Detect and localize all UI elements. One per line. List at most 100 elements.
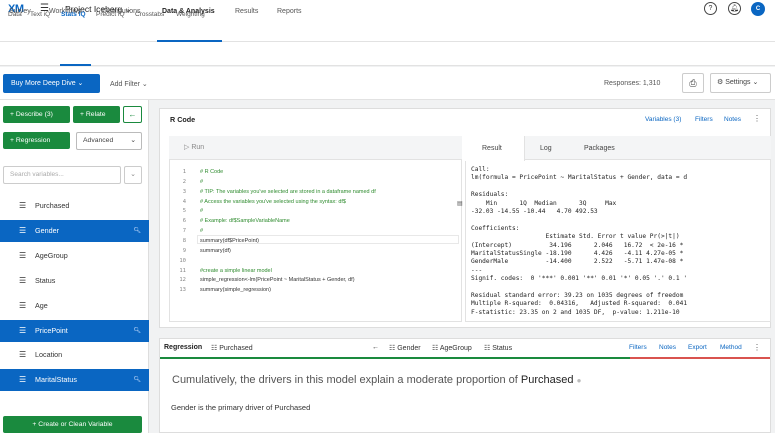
- sub-nav: [0, 42, 775, 66]
- regression-method-link[interactable]: Method: [720, 344, 742, 351]
- output-line: Residual standard error: 39.23 on 1035 d…: [471, 292, 684, 299]
- driver-agegroup[interactable]: ☷ AgeGroup: [432, 344, 472, 352]
- output-line: Estimate Std. Error t value Pr(>|t|): [471, 233, 680, 241]
- info-icon[interactable]: ●: [577, 376, 582, 385]
- search-icon[interactable]: 🔍︎: [133, 369, 141, 391]
- driver-status[interactable]: ☷ Status: [484, 344, 512, 352]
- output-line: Call:: [471, 166, 490, 173]
- code-line[interactable]: # Example: df$SampleVariableName: [200, 218, 290, 224]
- output-line: ---: [471, 266, 483, 274]
- play-icon: ▷: [184, 144, 190, 151]
- regression-button[interactable]: + Regression: [3, 132, 70, 149]
- tab-packages[interactable]: Packages: [584, 145, 615, 152]
- code-line[interactable]: #create a simple linear model: [200, 268, 272, 274]
- variable-item[interactable]: ☰ Gender 🔍︎: [0, 219, 149, 242]
- tab-log[interactable]: Log: [540, 145, 552, 152]
- tab-predict-iq[interactable]: Predict iQ: [96, 11, 125, 18]
- more-options-icon[interactable]: ⋮: [753, 114, 761, 123]
- dataset-dropdown-button[interactable]: Buy More Deep Dive ⌄: [3, 74, 100, 93]
- variable-label: AgeGroup: [35, 250, 68, 260]
- variable-item[interactable]: ☰ Status: [0, 270, 149, 292]
- variable-item[interactable]: ☰ Location: [0, 344, 149, 366]
- code-line[interactable]: # TIP: The variables you've selected are…: [200, 189, 376, 195]
- responses-count: Responses: 1,310: [604, 80, 661, 87]
- tab-data[interactable]: Data: [8, 11, 22, 18]
- code-line[interactable]: summary(simple_regression): [200, 287, 271, 293]
- settings-button[interactable]: ⚙ Settings ⌄: [710, 73, 771, 93]
- mode-select[interactable]: Advanced ⌄: [76, 132, 142, 150]
- code-line[interactable]: #: [200, 228, 203, 234]
- code-line[interactable]: summary(df): [200, 248, 231, 254]
- variable-label: Gender: [35, 225, 59, 235]
- list-icon: ☷: [389, 345, 396, 352]
- regression-outcome[interactable]: ☷ Purchased: [211, 344, 253, 352]
- variable-item[interactable]: ☰ Age: [0, 295, 149, 317]
- variable-label: Status: [35, 275, 56, 285]
- r-code-title: R Code: [170, 115, 196, 124]
- regression-notes-link[interactable]: Notes: [659, 344, 676, 351]
- variables-link[interactable]: Variables (3): [645, 116, 681, 123]
- variable-item[interactable]: ☰ AgeGroup: [0, 245, 149, 267]
- list-icon: ☰: [19, 350, 27, 360]
- nav-reports[interactable]: Reports: [277, 8, 302, 15]
- fit-bar-green: [160, 357, 630, 359]
- tab-crosstabs[interactable]: Crosstabs: [135, 11, 164, 18]
- list-icon: ☰: [19, 250, 27, 260]
- code-editor[interactable]: [169, 136, 462, 322]
- line-number: 5: [182, 208, 186, 215]
- code-line[interactable]: # R Code: [200, 169, 223, 175]
- print-icon[interactable]: ⎙: [682, 73, 704, 93]
- variable-search-input[interactable]: Search variables...: [3, 166, 121, 184]
- create-variable-button[interactable]: + Create or Clean Variable: [3, 416, 142, 433]
- relate-button[interactable]: + Relate: [73, 106, 120, 123]
- resize-handle-icon[interactable]: ▤: [457, 200, 463, 207]
- line-number: 13: [179, 287, 186, 294]
- variable-item[interactable]: ☰ Purchased: [0, 195, 149, 217]
- gear-icon: ⚙: [717, 79, 724, 86]
- chevron-down-icon: ⌄: [130, 137, 136, 144]
- code-line[interactable]: #: [200, 179, 203, 185]
- code-line[interactable]: #: [200, 208, 203, 214]
- search-icon[interactable]: 🔍︎: [133, 220, 141, 242]
- output-line: Coefficients:: [471, 224, 520, 232]
- line-number: 2: [182, 178, 186, 185]
- create-variable-label: Create or Clean Variable: [38, 421, 113, 428]
- tab-stats-iq[interactable]: Stats iQ: [61, 11, 86, 18]
- more-options-icon[interactable]: ⋮: [753, 343, 761, 352]
- tab-weighting[interactable]: Weighting: [176, 11, 205, 18]
- variable-label: Purchased: [35, 201, 70, 210]
- avatar[interactable]: C: [751, 2, 765, 16]
- plus-icon: +: [10, 137, 14, 144]
- search-dropdown-icon[interactable]: ⌄: [124, 166, 142, 184]
- regression-filters-link[interactable]: Filters: [629, 344, 647, 351]
- chevron-down-icon: ⌄: [141, 81, 148, 88]
- output-line: lm(formula = PricePoint ~ MaritalStatus …: [471, 174, 688, 182]
- code-line[interactable]: # Access the variables you've selected u…: [200, 199, 346, 205]
- output-line: -32.03 -14.55 -10.44 4.70 492.53: [471, 208, 598, 215]
- run-button[interactable]: ▷ Run: [184, 143, 204, 151]
- code-line[interactable]: summary(df$PricePoint): [200, 238, 259, 244]
- search-icon[interactable]: 🔍︎: [133, 320, 141, 342]
- regression-export-link[interactable]: Export: [688, 344, 707, 351]
- regression-label: Regression: [15, 137, 51, 144]
- main-nav: [0, 19, 775, 42]
- line-number: 3: [182, 188, 186, 195]
- tab-result[interactable]: Result: [482, 145, 502, 152]
- variable-item[interactable]: ☰ MaritalStatus 🔍︎: [0, 369, 149, 392]
- output-line: MaritalStatusSingle -18.190 4.426 -4.11 …: [471, 250, 684, 257]
- list-icon: ☰: [19, 375, 27, 385]
- notes-link[interactable]: Notes: [724, 116, 741, 123]
- nav-results[interactable]: Results: [235, 8, 258, 15]
- add-filter-button[interactable]: Add Filter ⌄: [110, 80, 148, 88]
- back-arrow-button[interactable]: ←: [123, 106, 142, 123]
- line-number: 12: [179, 277, 186, 284]
- variable-item[interactable]: ☰ PricePoint 🔍︎: [0, 319, 149, 342]
- notifications-icon[interactable]: 🔔︎: [728, 2, 741, 15]
- driver-gender[interactable]: ☷ Gender: [389, 344, 421, 352]
- filters-link[interactable]: Filters: [695, 116, 713, 123]
- code-line[interactable]: simple_regression<-lm(PricePoint ~ Marit…: [200, 277, 355, 283]
- line-number: 1: [182, 169, 186, 175]
- help-icon[interactable]: ?: [704, 2, 717, 15]
- describe-button[interactable]: + Describe (3): [3, 106, 70, 123]
- tab-text-iq[interactable]: Text iQ: [30, 11, 50, 18]
